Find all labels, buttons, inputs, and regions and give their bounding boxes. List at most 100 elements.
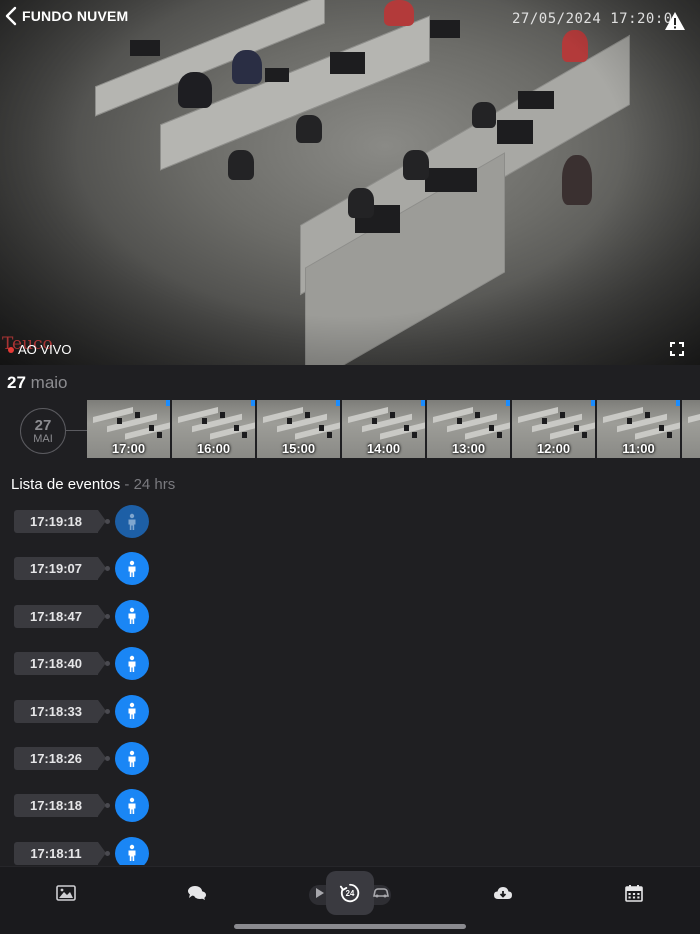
- cloud-download-button[interactable]: [490, 881, 516, 905]
- calendar-button[interactable]: [621, 881, 647, 905]
- event-time: 17:18:47: [14, 604, 106, 628]
- hour-thumbnail[interactable]: 15:00: [257, 400, 340, 458]
- hour-thumbnail[interactable]: 16:00: [172, 400, 255, 458]
- event-type-badge[interactable]: [115, 505, 149, 538]
- date-month: maio: [30, 373, 68, 392]
- event-type-badge[interactable]: [115, 789, 149, 823]
- chevron-left-icon: [5, 6, 17, 26]
- person-icon: [128, 845, 136, 862]
- thumbnail-scene: [234, 425, 239, 431]
- cloud-download-icon: [494, 887, 512, 899]
- svg-text:24: 24: [346, 889, 355, 898]
- person-icon: [128, 608, 136, 625]
- thumbnail-scene: [688, 407, 700, 423]
- event-list[interactable]: 17:19:18 17:19:07 17:18:47 17:18:40 17:18:33…: [0, 500, 700, 865]
- event-marker: [506, 400, 510, 406]
- thumbnail-scene: [667, 432, 672, 438]
- person-icon: [128, 560, 136, 577]
- date-circle-day: 27: [34, 416, 52, 434]
- chat-button[interactable]: [184, 881, 210, 905]
- event-connector-dot: [105, 708, 110, 714]
- hour-thumbnail-label: 11:00: [622, 441, 655, 456]
- thumbnail-scene: [574, 425, 579, 431]
- event-time: 17:18:26: [14, 747, 106, 770]
- thumbnail-scene: [475, 412, 480, 418]
- hour-thumbnail-label: 17:00: [111, 441, 146, 456]
- event-time: 17:18:40: [14, 652, 106, 676]
- hour-thumbnail[interactable]: 13:00: [427, 400, 510, 458]
- thumbnail-scene: [319, 425, 324, 431]
- hour-thumbnail[interactable]: 17:00: [87, 400, 170, 458]
- hour-thumbnail[interactable]: 11:00: [597, 400, 680, 458]
- thumbnail-scene: [582, 432, 587, 438]
- live-indicator[interactable]: AO VIVO: [8, 342, 71, 357]
- event-type-badge[interactable]: [115, 647, 149, 681]
- warning-icon[interactable]: [664, 10, 686, 32]
- fullscreen-icon[interactable]: [669, 341, 685, 357]
- hour-thumbnail[interactable]: 14:00: [342, 400, 425, 458]
- event-item[interactable]: 17:19:18: [14, 503, 154, 539]
- hour-thumbnail[interactable]: 12:00: [512, 400, 595, 458]
- hour-thumbnail-label: 15:00: [281, 441, 316, 456]
- car-icon: [373, 888, 389, 898]
- event-item[interactable]: 17:18:18: [14, 787, 154, 823]
- event-item[interactable]: 17:18:33: [14, 693, 154, 729]
- thumbnail-scene: [135, 412, 140, 418]
- vehicle-filter-button[interactable]: [368, 881, 394, 905]
- event-marker: [251, 400, 255, 406]
- thumbnail-scene: [390, 412, 395, 418]
- thumbnail-scene: [149, 425, 154, 431]
- event-item[interactable]: 17:18:47: [14, 598, 154, 634]
- event-time: 17:18:18: [14, 794, 106, 818]
- events-title-label: Lista de eventos: [11, 476, 121, 493]
- event-connector-dot: [105, 756, 110, 761]
- event-connector-dot: [105, 661, 110, 667]
- thumbnail-scene: [542, 418, 547, 424]
- gallery-icon: [56, 885, 76, 901]
- video-top-bar: FUNDO NUVEM 27/05/2024 17:20:0: [0, 0, 700, 34]
- live-label: AO VIVO: [18, 342, 72, 357]
- person-icon: [128, 513, 136, 530]
- thumbnail-scene: [372, 418, 377, 424]
- calendar-icon: [625, 885, 643, 902]
- thumbnail-scene: [645, 412, 650, 418]
- thumbnail-scene: [305, 412, 310, 418]
- chat-icon: [188, 886, 206, 900]
- event-marker: [421, 400, 425, 406]
- camera-group-title: FUNDO NUVEM: [22, 8, 129, 24]
- hour-thumbnail[interactable]: [682, 400, 700, 458]
- thumbnail-scene: [242, 432, 247, 438]
- thumbnail-scene: [327, 432, 332, 438]
- person-icon: [128, 750, 136, 767]
- camera-video-feed[interactable]: FUNDO NUVEM 27/05/2024 17:20:0 Teuco AO …: [0, 0, 700, 365]
- history-24h-button[interactable]: 24: [326, 871, 374, 915]
- event-type-badge[interactable]: [115, 599, 149, 633]
- hourly-thumbnails-strip[interactable]: 17:00 16:00 15:00 14:00 13:00 12:00 11:00: [87, 400, 700, 458]
- thumbnail-scene: [287, 418, 292, 424]
- video-timestamp: 27/05/2024 17:20:0: [512, 11, 673, 27]
- date-circle-month: MAI: [33, 432, 53, 445]
- event-type-badge[interactable]: [115, 742, 149, 775]
- thumbnail-scene: [117, 418, 122, 424]
- gallery-button[interactable]: [53, 881, 79, 905]
- event-marker: [166, 400, 170, 406]
- back-button[interactable]: FUNDO NUVEM: [4, 6, 128, 26]
- event-time: 17:19:18: [14, 510, 106, 533]
- thumbnail-scene: [457, 418, 462, 424]
- thumbnail-scene: [412, 432, 417, 438]
- event-type-badge[interactable]: [115, 694, 149, 728]
- event-marker: [676, 400, 680, 406]
- event-type-badge[interactable]: [115, 552, 149, 586]
- event-item[interactable]: 17:18:26: [14, 740, 154, 776]
- event-type-badge[interactable]: [115, 836, 149, 865]
- event-connector-dot: [105, 850, 110, 856]
- date-picker-circle[interactable]: 27 MAI: [20, 408, 66, 454]
- thumbnail-scene: [659, 425, 664, 431]
- hour-thumbnail-label: 13:00: [451, 441, 486, 456]
- thumbnail-scene: [157, 432, 162, 438]
- event-item[interactable]: 17:19:07: [14, 550, 154, 586]
- home-indicator: [234, 924, 466, 929]
- event-item[interactable]: 17:18:40: [14, 645, 154, 681]
- event-item[interactable]: 17:18:11: [14, 835, 154, 865]
- thumbnail-scene: [202, 418, 207, 424]
